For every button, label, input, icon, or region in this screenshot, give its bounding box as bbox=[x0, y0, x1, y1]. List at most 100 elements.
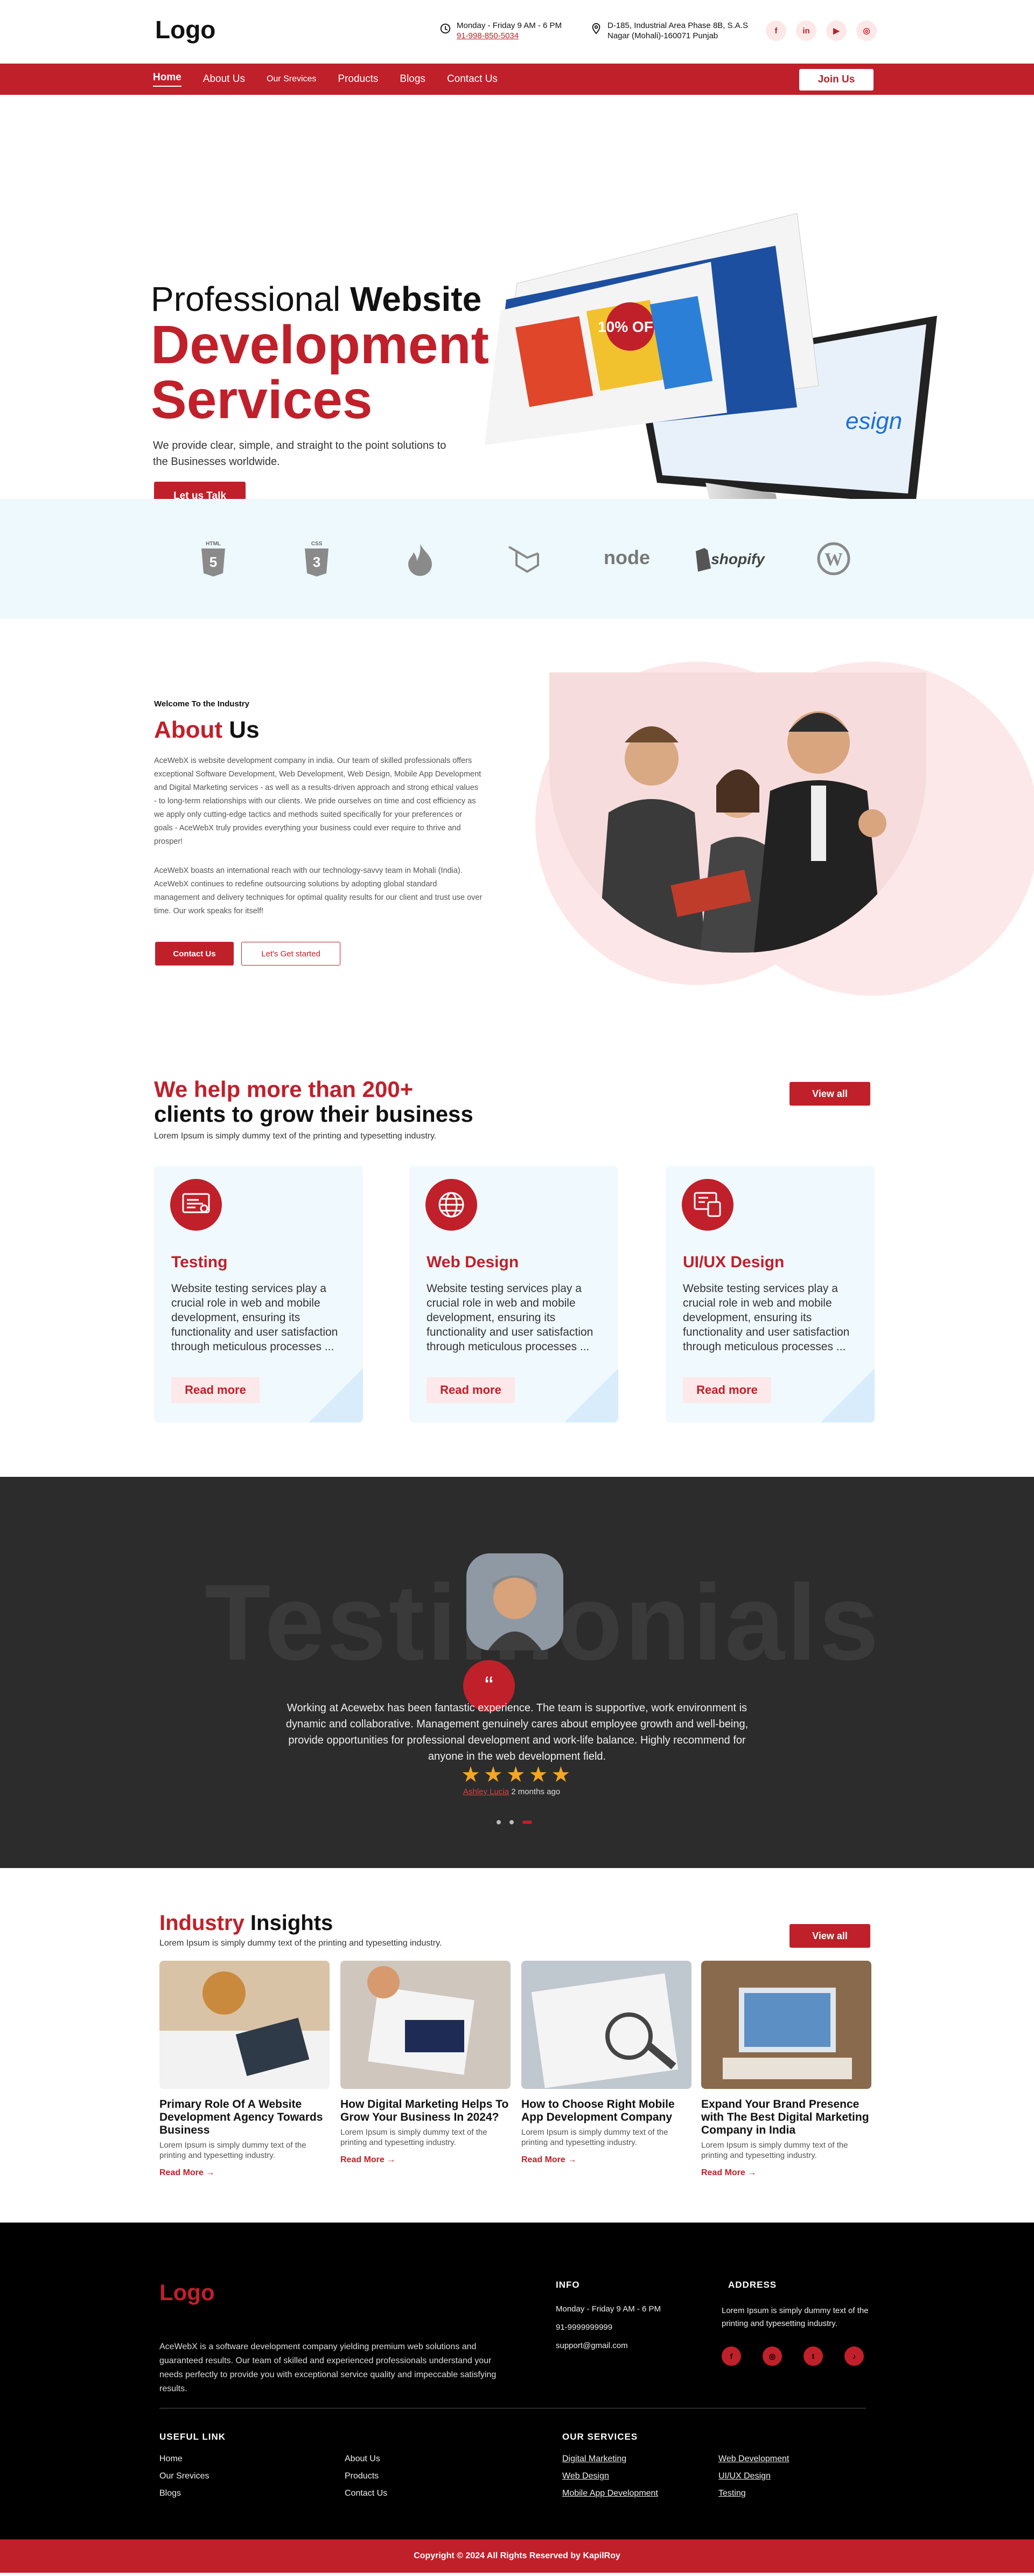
main-nav: Home About Us Our Srevices Products Blog… bbox=[0, 64, 1034, 95]
hero-title-line3: Services bbox=[151, 370, 373, 430]
read-more-button[interactable]: Read more bbox=[171, 1377, 260, 1403]
svg-text:node: node bbox=[604, 546, 650, 568]
css3-icon: CSS 3 bbox=[265, 537, 368, 580]
footer-email[interactable]: support@gmail.com bbox=[556, 2341, 628, 2350]
service-description: Website testing services play a crucial … bbox=[171, 1282, 338, 1353]
tiktok-icon[interactable]: ♪ bbox=[844, 2346, 864, 2366]
site-logo[interactable]: Logo bbox=[155, 15, 215, 44]
location-pin-icon bbox=[592, 23, 600, 34]
insights-title-dark: Insights bbox=[250, 1911, 333, 1935]
globe-icon bbox=[425, 1179, 477, 1231]
insights-title: Industry Insights bbox=[159, 1911, 333, 1935]
header-socials: f in ▶ ◎ bbox=[766, 20, 877, 41]
footer-link-home[interactable]: Home bbox=[159, 2454, 183, 2464]
wordpress-icon: W bbox=[782, 537, 885, 580]
footer-service-web-development[interactable]: Web Development bbox=[718, 2454, 789, 2464]
blog-image bbox=[701, 1961, 871, 2089]
services-view-all-button[interactable]: View all bbox=[790, 1082, 870, 1106]
nav-services[interactable]: Our Srevices bbox=[267, 74, 316, 84]
blog-read-more-link[interactable]: Read More → bbox=[701, 2168, 871, 2178]
read-more-button[interactable]: Read more bbox=[683, 1377, 771, 1403]
about-paragraph-1: AceWebX is website development company i… bbox=[154, 756, 481, 846]
svg-text:CSS: CSS bbox=[311, 541, 323, 547]
footer-link-blogs[interactable]: Blogs bbox=[159, 2489, 181, 2498]
blog-post-card[interactable]: Primary Role Of A Website Development Ag… bbox=[159, 1961, 330, 2178]
blog-post-card[interactable]: Expand Your Brand Presence with The Best… bbox=[701, 1961, 871, 2178]
blog-read-more-link[interactable]: Read More → bbox=[340, 2155, 511, 2165]
blog-read-more-link[interactable]: Read More → bbox=[159, 2168, 330, 2178]
nav-products[interactable]: Products bbox=[338, 73, 378, 85]
nav-home[interactable]: Home bbox=[153, 72, 181, 87]
linkedin-icon[interactable]: in bbox=[796, 20, 816, 41]
footer-service-web-design[interactable]: Web Design bbox=[562, 2471, 609, 2481]
footer-service-uiux[interactable]: UI/UX Design bbox=[718, 2471, 771, 2481]
laravel-icon bbox=[472, 537, 575, 580]
carousel-dot[interactable] bbox=[509, 1820, 514, 1824]
footer-phone[interactable]: 91-9999999999 bbox=[556, 2323, 612, 2332]
blog-excerpt: Lorem Ipsum is simply dummy text of the … bbox=[340, 2128, 487, 2147]
blog-image bbox=[159, 1961, 330, 2089]
footer-link-services[interactable]: Our Srevices bbox=[159, 2471, 209, 2481]
copyright-bar: Copyright © 2024 All Rights Reserved by … bbox=[0, 2539, 1034, 2573]
blog-post-card[interactable]: How to Choose Right Mobile App Developme… bbox=[521, 1961, 691, 2165]
hero-title-line1: Professional Website bbox=[151, 279, 481, 319]
about-welcome: Welcome To the Industry bbox=[154, 699, 249, 709]
twitter-icon[interactable]: t bbox=[804, 2346, 823, 2366]
youtube-icon[interactable]: ▶ bbox=[826, 20, 847, 41]
screen-design-text: esign bbox=[846, 408, 902, 434]
testimonial-text: Working at Acewebx has been fantastic ex… bbox=[285, 1702, 749, 1762]
footer-link-contact[interactable]: Contact Us bbox=[345, 2489, 387, 2498]
footer-address-text: Lorem Ipsum is simply dummy text of the … bbox=[722, 2306, 869, 2328]
uiux-icon bbox=[682, 1179, 733, 1231]
instagram-icon[interactable]: ◎ bbox=[763, 2346, 782, 2366]
footer-info-heading: INFO bbox=[556, 2280, 580, 2290]
blog-read-more-link[interactable]: Read More → bbox=[521, 2155, 691, 2165]
about-title-red: About bbox=[154, 717, 223, 743]
instagram-icon[interactable]: ◎ bbox=[856, 20, 877, 41]
reviewer-avatar bbox=[466, 1553, 563, 1650]
footer-socials: f ◎ t ♪ bbox=[722, 2346, 864, 2366]
blog-title[interactable]: How Digital Marketing Helps To Grow Your… bbox=[340, 2098, 511, 2124]
join-us-button[interactable]: Join Us bbox=[799, 69, 874, 91]
reviewer-name[interactable]: Ashley Lucia bbox=[463, 1787, 509, 1796]
blog-title[interactable]: How to Choose Right Mobile App Developme… bbox=[521, 2098, 691, 2124]
read-more-button[interactable]: Read more bbox=[427, 1377, 515, 1403]
svg-text:HTML: HTML bbox=[206, 541, 221, 547]
footer-service-mobile-app[interactable]: Mobile App Development bbox=[562, 2489, 658, 2498]
nav-about[interactable]: About Us bbox=[203, 73, 245, 85]
service-card[interactable]: UI/UX Design Website testing services pl… bbox=[666, 1166, 875, 1422]
blog-post-card[interactable]: How Digital Marketing Helps To Grow Your… bbox=[340, 1961, 511, 2165]
card-corner-decor bbox=[821, 1369, 875, 1422]
service-card[interactable]: Web Design Website testing services play… bbox=[409, 1166, 618, 1422]
footer-useful-heading: USEFUL LINK bbox=[159, 2432, 226, 2442]
about-paragraph-2: AceWebX boasts an international reach wi… bbox=[154, 866, 483, 915]
carousel-dot[interactable] bbox=[497, 1820, 501, 1824]
svg-text:3: 3 bbox=[313, 554, 320, 570]
hero-title-light: Professional bbox=[151, 280, 341, 318]
svg-text:W: W bbox=[825, 550, 843, 570]
phone-link[interactable]: 91-998-850-5034 bbox=[457, 31, 519, 40]
footer-link-products[interactable]: Products bbox=[345, 2471, 379, 2481]
get-started-button[interactable]: Let's Get started bbox=[241, 942, 340, 966]
svg-text:5: 5 bbox=[209, 554, 217, 570]
footer-service-testing[interactable]: Testing bbox=[718, 2489, 746, 2498]
facebook-icon[interactable]: f bbox=[722, 2346, 741, 2366]
footer-service-digital-marketing[interactable]: Digital Marketing bbox=[562, 2454, 626, 2464]
nav-blogs[interactable]: Blogs bbox=[400, 73, 425, 85]
blog-title[interactable]: Expand Your Brand Presence with The Best… bbox=[701, 2098, 871, 2137]
service-title: Testing bbox=[171, 1253, 228, 1271]
footer: Logo AceWebX is a software development c… bbox=[0, 2223, 1034, 2539]
footer-services-heading: OUR SERVICES bbox=[562, 2432, 638, 2442]
svg-text:shopify: shopify bbox=[711, 551, 765, 567]
services-subtitle: Lorem Ipsum is simply dummy text of the … bbox=[154, 1131, 437, 1141]
insights-view-all-button[interactable]: View all bbox=[790, 1924, 870, 1948]
footer-logo[interactable]: Logo bbox=[159, 2280, 215, 2306]
contact-us-button[interactable]: Contact Us bbox=[155, 942, 234, 966]
service-card[interactable]: Testing Website testing services play a … bbox=[154, 1166, 363, 1422]
nav-contact[interactable]: Contact Us bbox=[447, 73, 498, 85]
footer-link-about[interactable]: About Us bbox=[345, 2454, 380, 2464]
blog-title[interactable]: Primary Role Of A Website Development Ag… bbox=[159, 2098, 330, 2137]
footer-description: AceWebX is a software development compan… bbox=[159, 2342, 497, 2393]
carousel-dot-active[interactable] bbox=[522, 1821, 532, 1824]
facebook-icon[interactable]: f bbox=[766, 20, 786, 41]
